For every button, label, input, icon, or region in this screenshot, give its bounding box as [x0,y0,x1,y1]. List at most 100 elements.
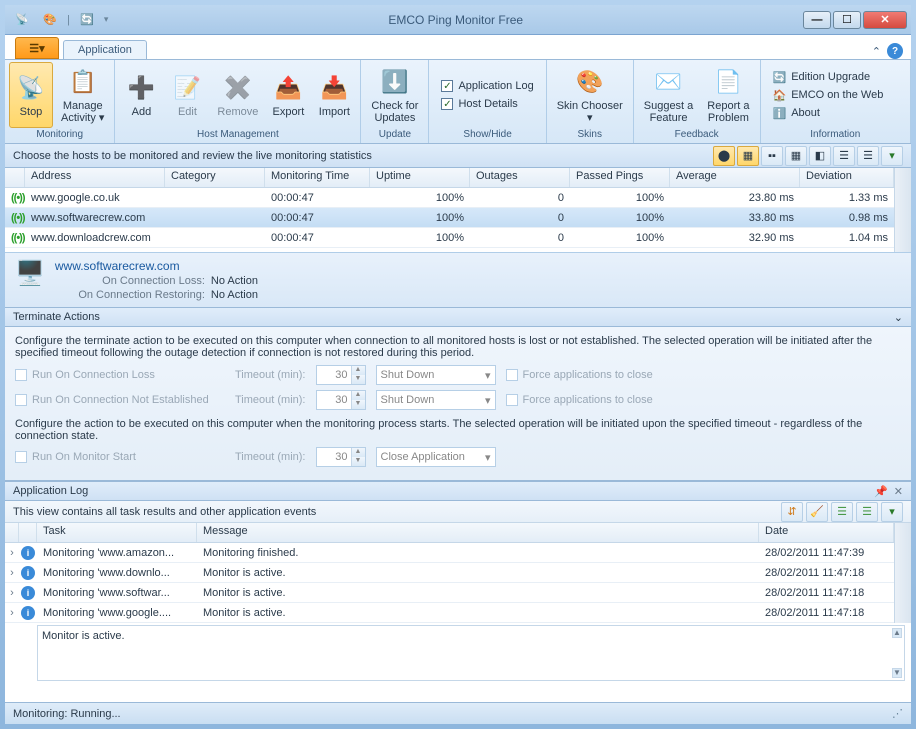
suggest-button[interactable]: ✉️Suggest a Feature [638,62,700,128]
view-icons-button[interactable]: ⬤ [713,146,735,166]
col-passed[interactable]: Passed Pings [570,168,670,187]
close-log-icon[interactable]: ✕ [894,485,903,498]
run-on-loss-check[interactable]: Run On Connection Loss [15,369,225,381]
emco-web-link[interactable]: 🏠EMCO on the Web [771,88,886,103]
cell-message: Monitoring finished. [197,545,759,561]
timeout-label-2: Timeout (min): [235,394,306,406]
manage-activity-button[interactable]: 📋 Manage Activity ▾ [55,62,110,128]
expand-icon[interactable]: › [5,607,19,619]
table-row[interactable]: ((•)) www.google.co.uk 00:00:47 100% 0 1… [5,188,894,208]
log-tool-3[interactable]: ☰ [831,502,853,522]
col-category[interactable]: Category [165,168,265,187]
cell-outages: 0 [470,210,570,226]
export-button[interactable]: 📤Export [266,62,310,128]
force-close-check-1[interactable]: Force applications to close [506,369,653,381]
pin-icon[interactable]: 📌 [874,485,888,498]
log-row[interactable]: › i Monitoring 'www.google.... Monitor i… [5,603,894,623]
table-row[interactable]: ((•)) www.softwarecrew.com 00:00:47 100%… [5,208,894,228]
edition-upgrade-link[interactable]: 🔄Edition Upgrade [771,70,886,85]
tab-application[interactable]: Application [63,40,147,59]
terminate-header[interactable]: Terminate Actions ⌄ [5,307,911,327]
col-montime[interactable]: Monitoring Time [265,168,370,187]
description-text: Choose the hosts to be monitored and rev… [13,150,372,162]
log-row[interactable]: › i Monitoring 'www.amazon... Monitoring… [5,543,894,563]
table-row[interactable]: ((•)) www.downloadcrew.com 00:00:47 100%… [5,228,894,248]
log-col-task[interactable]: Task [37,523,197,542]
signal-icon: ((•)) [11,232,25,244]
collapse-icon[interactable]: ⌄ [894,311,903,324]
col-uptime[interactable]: Uptime [370,168,470,187]
host-grid: Address Category Monitoring Time Uptime … [5,168,894,252]
import-button[interactable]: 📥Import [312,62,356,128]
run-notest-check[interactable]: Run On Connection Not Established [15,394,225,406]
log-tool-2[interactable]: 🧹 [806,502,828,522]
action-combo-2[interactable]: Shut Down▾ [376,390,496,410]
log-tool-4[interactable]: ☰ [856,502,878,522]
cell-uptime: 100% [370,190,470,206]
stop-button[interactable]: 📡 Stop [9,62,53,128]
cell-date: 28/02/2011 11:47:18 [759,585,894,601]
resize-grip-icon[interactable]: ⋰ [892,707,903,720]
about-icon: ℹ️ [773,107,787,120]
view-detail2-button[interactable]: ☰ [857,146,879,166]
action-combo-3[interactable]: Close Application▾ [376,447,496,467]
expand-icon[interactable]: › [5,567,19,579]
log-row[interactable]: › i Monitoring 'www.softwar... Monitor i… [5,583,894,603]
cell-outages: 0 [470,190,570,206]
col-average[interactable]: Average [670,168,800,187]
add-button[interactable]: ➕Add [119,62,163,128]
timeout-spin-3[interactable]: ▲▼ [316,447,366,467]
info-icon: i [21,586,35,600]
cell-category [165,196,265,200]
maximize-button[interactable]: ☐ [833,11,861,29]
skin-chooser-button[interactable]: 🎨Skin Chooser▾ [551,62,629,128]
scroll-up-icon[interactable]: ▲ [892,628,902,638]
scroll-down-icon[interactable]: ▼ [892,668,902,678]
view-list-button[interactable]: ▦ [737,146,759,166]
log-tool-5[interactable]: ▾ [881,502,903,522]
app-menu-button[interactable]: ☰▾ [15,37,59,59]
cell-message: Monitor is active. [197,585,759,601]
col-deviation[interactable]: Deviation [800,168,894,187]
timeout-spin-1[interactable]: ▲▼ [316,365,366,385]
onloss-label: On Connection Loss: [55,275,205,287]
check-hostdetails[interactable]: ✓Host Details [441,98,533,110]
col-outages[interactable]: Outages [470,168,570,187]
ribbon-collapse-icon[interactable]: ⌃ [872,45,881,58]
force-close-check-2[interactable]: Force applications to close [506,394,653,406]
log-tool-1[interactable]: ⇵ [781,502,803,522]
run-monstart-check[interactable]: Run On Monitor Start [15,451,225,463]
log-scrollbar[interactable] [894,523,911,623]
help-icon[interactable]: ? [887,43,903,59]
qat-update-icon[interactable]: 🔄 [76,9,98,31]
expand-icon[interactable]: › [5,547,19,559]
timeout-spin-2[interactable]: ▲▼ [316,390,366,410]
log-col-message[interactable]: Message [197,523,759,542]
log-row[interactable]: › i Monitoring 'www.downlo... Monitor is… [5,563,894,583]
log-description: This view contains all task results and … [5,501,911,523]
col-address[interactable]: Address [25,168,165,187]
grid-scrollbar[interactable] [894,168,911,252]
view-grid-button[interactable]: ▦ [785,146,807,166]
action-combo-1[interactable]: Shut Down▾ [376,365,496,385]
about-link[interactable]: ℹ️About [771,106,886,121]
cell-message: Monitor is active. [197,565,759,581]
cell-passed: 100% [570,230,670,246]
report-button[interactable]: 📄Report a Problem [701,62,755,128]
view-small-button[interactable]: ▪▪ [761,146,783,166]
add-icon: ➕ [125,72,157,104]
edit-button[interactable]: 📝Edit [165,62,209,128]
expand-icon[interactable]: › [5,587,19,599]
check-updates-button[interactable]: ⬇️Check for Updates [365,62,424,128]
view-detail1-button[interactable]: ☰ [833,146,855,166]
remove-button[interactable]: ✖️Remove [211,62,264,128]
cell-address: www.downloadcrew.com [25,230,165,246]
qat-skin-icon[interactable]: 🎨 [39,9,61,31]
close-button[interactable]: ✕ [863,11,907,29]
view-tree-button[interactable]: ◧ [809,146,831,166]
app-icon[interactable]: 📡 [11,9,33,31]
minimize-button[interactable]: — [803,11,831,29]
log-col-date[interactable]: Date [759,523,894,542]
check-applog[interactable]: ✓Application Log [441,80,533,92]
view-more-button[interactable]: ▾ [881,146,903,166]
